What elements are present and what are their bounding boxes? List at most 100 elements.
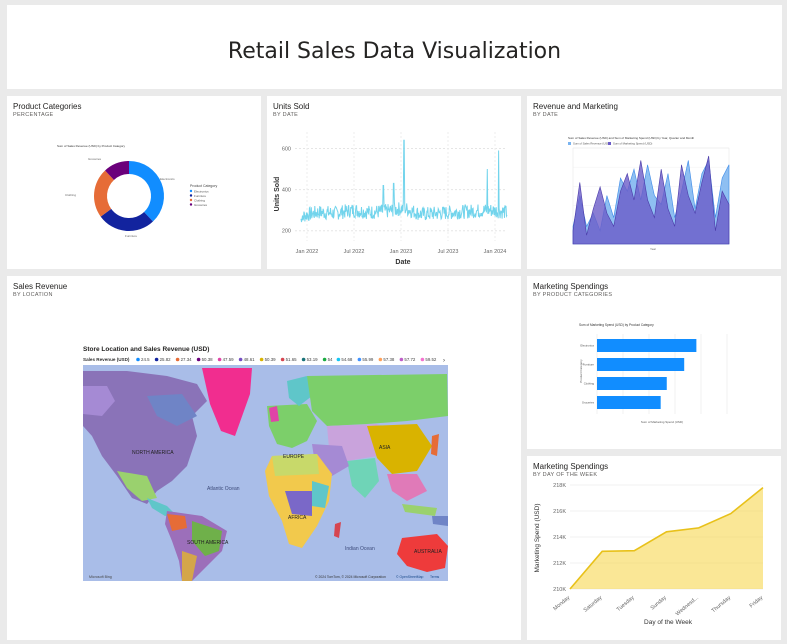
x-tick-label: Tuesday [616,595,636,613]
map-legend-swatch [378,357,383,362]
y-axis-label: Marketing Spend (USD) [534,504,541,573]
map-legend-value: 50.39 [265,357,277,362]
x-axis-label: Day of the Week [644,619,693,626]
donut-slices[interactable] [93,161,164,232]
marketing-bar-chart[interactable]: Sum of Marketing Spend (USD) by Product … [527,276,781,449]
terms-link[interactable]: Terms [430,575,440,579]
bar-category-label: Electronics [580,344,594,348]
map-legend-label: Sales Revenue (USD) [83,357,130,362]
donut-legend: Product Category ElectronicsFurnitureClo… [189,184,217,207]
continent-label: EUROPE [283,454,305,460]
marketing-categories-card[interactable]: Marketing Spendings BY PRODUCT CATEGORIE… [527,276,781,449]
bar[interactable] [597,339,697,352]
map-legend-value: 59.52 [425,357,437,362]
continent-label: NORTH AMERICA [132,450,174,456]
map-legend-swatch [196,357,201,362]
legend-item: Electronics [194,189,209,193]
map-legend-swatch [301,357,306,362]
y-axis-label: Units Sold [274,177,281,212]
legend-next-arrow[interactable]: › [443,358,445,364]
map-legend-swatch [280,357,285,362]
world-map[interactable]: Store Location and Sales Revenue (USD) S… [7,276,521,640]
donut-slice-label: Groceries [88,157,102,161]
x-axis-label: Sum of Marketing Spend (USD) [641,420,683,424]
legend-item: Sum of Sales Revenue (USD) [573,142,610,146]
legend-title: Product Category [190,184,217,188]
x-tick-label: Jan 2023 [390,249,413,255]
osm-link[interactable]: © OpenStreetMap [396,575,423,579]
map-legend-swatch [175,357,180,362]
marketing-days-area-chart[interactable]: 210K 212K 214K 216K 218K Monday Saturday Tuesd… [527,456,781,640]
inner-title: Sum of Marketing Spend (USD) by Product … [579,323,654,327]
x-tick-label: Thursday [711,595,733,614]
legend-swatch [189,203,193,206]
revenue-marketing-chart[interactable]: Sum of Sales Revenue (USD) and Sum of Ma… [527,96,781,269]
map-legend-swatch [136,357,140,362]
donut-slice-label: Furniture [125,234,137,238]
continent-label: AUSTRALIA [414,549,442,555]
continent-label: AFRICA [288,515,307,521]
bar-category-label: Groceries [582,401,595,405]
y-axis-label: Product Category [579,359,583,383]
page-title: Retail Sales Data Visualization [227,39,562,64]
donut-slice-label: Clothing [65,193,76,197]
legend-item: Clothing [194,198,205,202]
bar[interactable] [597,377,667,390]
bar-category-label: Clothing [584,382,595,386]
marketing-days-card[interactable]: Marketing Spendings BY DAY OF THE WEEK 2… [527,456,781,640]
legend-item: Furniture [194,194,206,198]
legend-swatch [189,198,193,202]
x-tick-label: Monday [552,595,571,612]
x-tick-label: Jan 2024 [484,249,507,255]
map-legend-swatch [357,357,362,362]
map-legend-swatch [399,357,404,362]
ocean-label: Atlantic Ocean [207,486,240,492]
map-title: Store Location and Sales Revenue (USD) [83,346,209,353]
y-tick-label: 400 [282,188,291,194]
sales-revenue-map-card[interactable]: Sales Revenue BY LOCATION Store Location… [7,276,521,640]
units-sold-card[interactable]: Units Sold BY DATE 200 400 600 Jan 2022 Jul … [267,96,521,269]
title-card: Retail Sales Data Visualization [7,5,782,89]
map-legend-swatch [217,357,222,362]
map-legend-swatch [336,357,341,362]
bar[interactable] [597,358,685,371]
x-tick-label: Jul 2023 [438,249,459,255]
y-tick-label: 600 [282,146,291,152]
map-legend-value: 47.59 [223,357,235,362]
map-legend-swatch [259,357,264,362]
map-legend-value: 54.68 [341,357,353,362]
continent-label: SOUTH AMERICA [187,540,229,546]
map-legend-swatch [322,357,327,362]
map-legend-value: 51.65 [286,357,298,362]
units-series-line [300,139,508,223]
bing-logo-label: Microsoft Bing [89,575,112,579]
map-legend-value: 24.5 [141,357,150,362]
map-legend-value: 57.38 [383,357,395,362]
map-legend-value: 53.19 [307,357,319,362]
donut-slice[interactable] [129,161,164,222]
product-categories-card[interactable]: Product Categories PERCENTAGE Sum of Sal… [7,96,261,269]
y-tick-label: 218K [553,483,566,489]
inner-title: Sum of Sales Revenue (USD) and Sum of Ma… [568,136,695,140]
units-line-chart[interactable]: 200 400 600 Jan 2022 Jul 2022 Jan 2023 Jul 202… [267,96,521,269]
y-tick-label: 214K [553,535,566,541]
map-legend-value: 48.61 [244,357,256,362]
y-tick-label: 200 [282,229,291,235]
bar[interactable] [597,396,661,409]
x-tick-label: Jan 2022 [296,249,319,255]
y-tick-label: 212K [553,561,566,567]
x-tick-label: Saturday [583,595,604,614]
bar-category-label: Furniture [583,363,595,367]
legend-swatch [189,189,193,193]
x-tick-label: Wednesd... [675,595,700,618]
map-legend-swatch [238,357,243,362]
russia [307,374,448,426]
map-legend-value: 55.99 [362,357,374,362]
map-legend-value: 27.34 [181,357,193,362]
donut-inner-title: Sum of Sales Revenue (USD) by Product Ca… [57,144,126,148]
revenue-marketing-card[interactable]: Revenue and Marketing BY DATE Sum of Sal… [527,96,781,269]
map-copyright: © 2024 TomTom, © 2024 Microsoft Corporat… [315,575,386,579]
x-tick-label: Jul 2022 [344,249,365,255]
x-tick-label: Friday [749,595,765,610]
donut-chart[interactable]: Sum of Sales Revenue (USD) by Product Ca… [7,96,261,269]
